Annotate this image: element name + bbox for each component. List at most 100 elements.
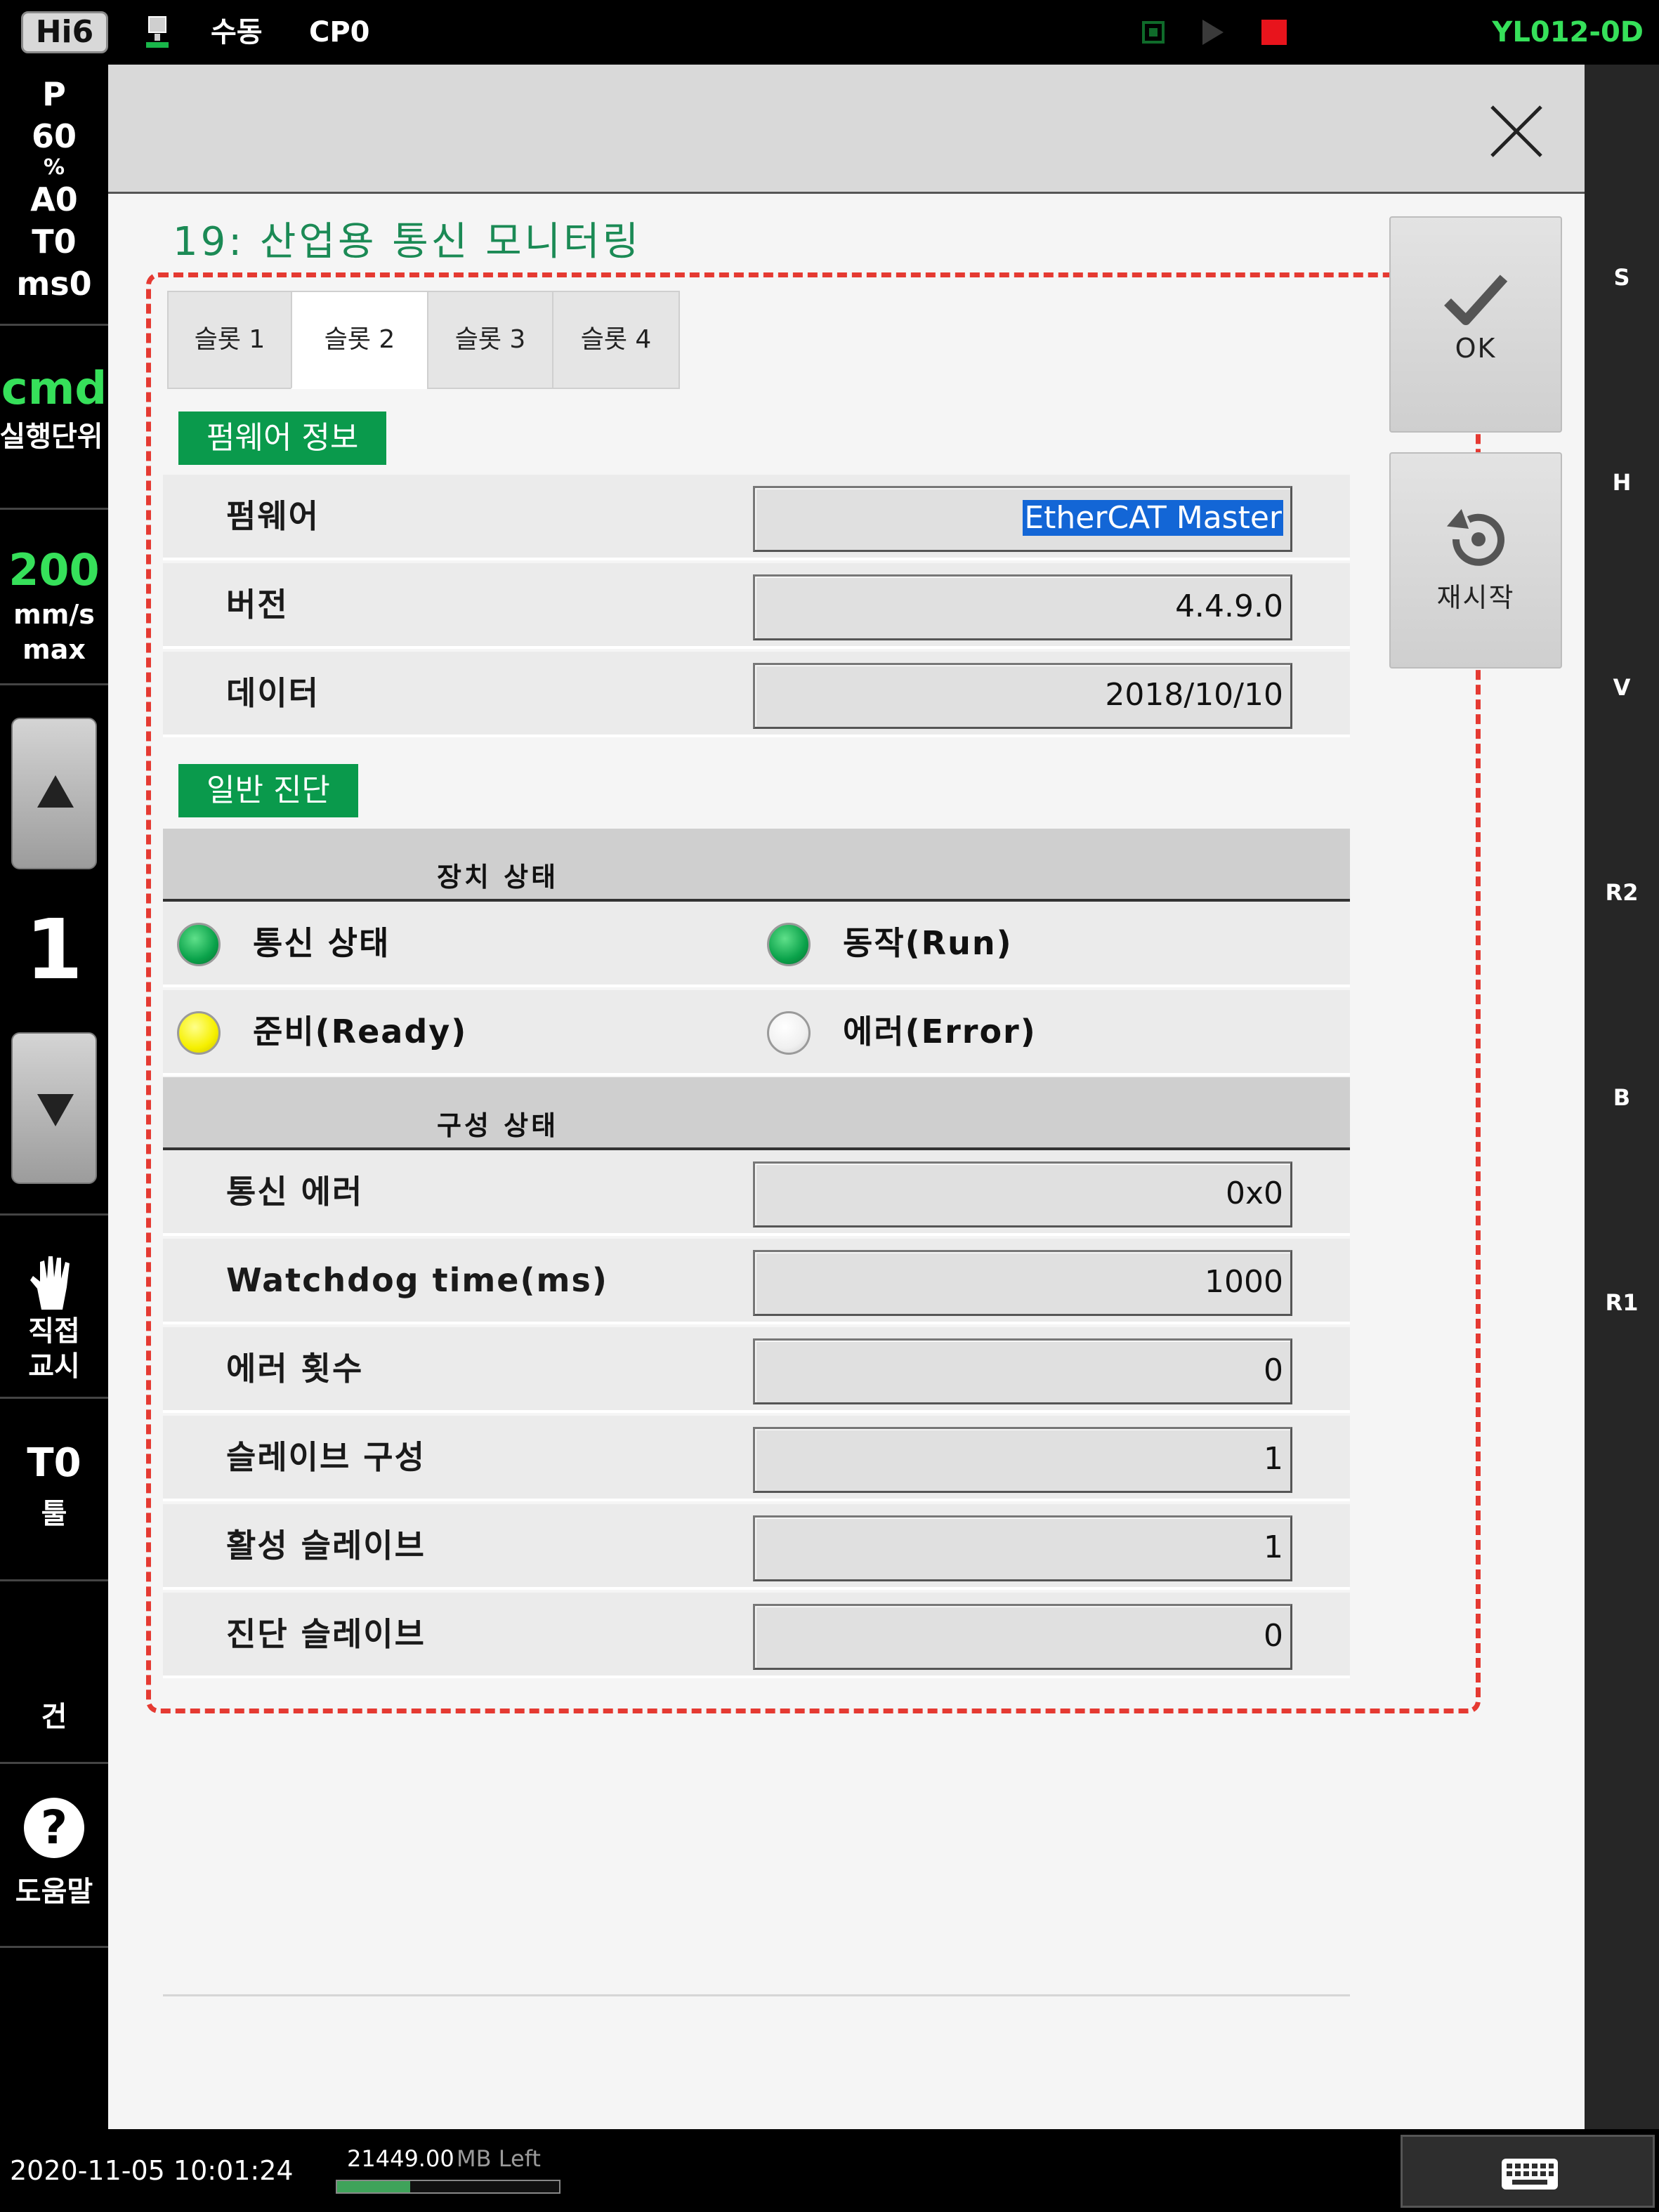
error-count-label: 에러 횟수: [226, 1350, 364, 1388]
robot-model-label: YL012-0D: [1492, 16, 1644, 48]
gun-label: 건: [41, 1701, 67, 1733]
speed-max-label: max: [22, 634, 86, 665]
general-diag-badge: 일반 진단: [178, 764, 358, 817]
checkmark-icon: [1444, 275, 1508, 325]
cp-label: CP0: [309, 16, 370, 48]
firmware-value: EtherCAT Master: [1023, 500, 1283, 536]
rail-label-h[interactable]: H: [1585, 469, 1659, 496]
memory-unit: MB Left: [457, 2145, 541, 2172]
bottom-status-bar: 2020-11-05 10:01:24 21449.00 MB Left: [0, 2129, 1659, 2212]
hand-icon: [30, 1256, 70, 1310]
cmd-label: cmd: [1, 363, 107, 415]
stop-indicator-icon: [1142, 21, 1165, 44]
play-indicator-icon: [1202, 20, 1224, 45]
dialog-title: 19: 산업용 통신 모니터링: [173, 219, 642, 265]
firmware-info-badge: 펌웨어 정보: [178, 412, 387, 465]
diag-slave-field[interactable]: 0: [753, 1604, 1292, 1670]
firmware-label: 펌웨어: [226, 497, 320, 535]
run-led-icon: [767, 923, 811, 966]
tab-slot-3[interactable]: 슬롯 3: [427, 291, 553, 389]
arrow-down-icon: [37, 1094, 74, 1126]
step-down-button[interactable]: [11, 1032, 97, 1184]
config-status-header: 구성 상태: [163, 1077, 1350, 1150]
speed-value: 200: [8, 544, 100, 595]
error-label: 에러(Error): [843, 1013, 1037, 1051]
error-led-icon: [767, 1011, 811, 1055]
firmware-row: 펌웨어 EtherCAT Master: [163, 475, 1350, 560]
firmware-field[interactable]: EtherCAT Master: [753, 486, 1292, 552]
comm-status-label: 통신 상태: [253, 924, 391, 962]
config-status-title: 구성 상태: [437, 1110, 559, 1141]
data-row: 데이터 2018/10/10: [163, 652, 1350, 737]
help-button[interactable]: ? 도움말: [0, 1764, 108, 1948]
watchdog-label: Watchdog time(ms): [226, 1261, 608, 1299]
cmd-button[interactable]: cmd 실행단위: [0, 326, 108, 510]
ok-label: OK: [1455, 333, 1497, 364]
help-icon: ?: [24, 1798, 84, 1858]
active-slave-label: 활성 슬레이브: [226, 1527, 426, 1565]
comm-error-label: 통신 에러: [226, 1173, 364, 1211]
diag-slave-label: 진단 슬레이브: [226, 1615, 426, 1653]
close-icon[interactable]: [1485, 100, 1548, 163]
led-row-2: 준비(Ready) 에러(Error): [163, 990, 1350, 1076]
direct-teach-label-1: 직접: [28, 1315, 80, 1348]
active-slave-field[interactable]: 1: [753, 1515, 1292, 1581]
step-value: 1: [25, 901, 84, 998]
hi6-logo[interactable]: Hi6: [21, 11, 108, 53]
gun-button[interactable]: 건: [0, 1581, 108, 1764]
comm-monitor-dialog: 19: 산업용 통신 모니터링 슬롯 1 슬롯 2 슬롯 3 슬롯 4 펌웨어 …: [108, 65, 1585, 2129]
tool-status-label: T0: [32, 223, 77, 261]
slave-config-row: 슬레이브 구성 1: [163, 1416, 1350, 1501]
speed-button[interactable]: 200 mm/s max: [0, 510, 108, 685]
arrow-up-icon: [37, 775, 74, 808]
version-field[interactable]: 4.4.9.0: [753, 574, 1292, 640]
tab-slot-2[interactable]: 슬롯 2: [291, 291, 428, 389]
status-summary[interactable]: P 60 % A0 T0 ms0: [0, 65, 108, 326]
memory-value: 21449.00: [347, 2145, 454, 2172]
bottom-divider: [163, 1994, 1350, 1996]
device-status-title: 장치 상태: [437, 862, 559, 893]
help-label: 도움말: [15, 1876, 93, 1908]
data-field[interactable]: 2018/10/10: [753, 663, 1292, 729]
tool-button[interactable]: T0 툴: [0, 1399, 108, 1581]
cmd-unit-label: 실행단위: [0, 421, 103, 453]
memory-bar-fill: [337, 2181, 411, 2192]
watchdog-field[interactable]: 1000: [753, 1250, 1292, 1316]
comm-status-led-icon: [177, 923, 221, 966]
rail-label-s[interactable]: S: [1585, 264, 1659, 291]
tab-slot-4[interactable]: 슬롯 4: [552, 291, 680, 389]
keyboard-icon: [1502, 2159, 1558, 2190]
record-indicator-icon: [1261, 20, 1287, 45]
tab-slot-1[interactable]: 슬롯 1: [167, 291, 292, 389]
step-up-button[interactable]: [11, 718, 97, 869]
memory-bar: [336, 2180, 560, 2194]
rail-label-r2[interactable]: R2: [1585, 879, 1659, 906]
comm-error-field[interactable]: 0x0: [753, 1161, 1292, 1227]
restart-icon: [1446, 508, 1504, 566]
rail-label-r1[interactable]: R1: [1585, 1289, 1659, 1316]
slave-config-label: 슬레이브 구성: [226, 1438, 426, 1476]
left-panel: P 60 % A0 T0 ms0 cmd 실행단위 200 mm/s max 1…: [0, 65, 108, 2129]
rail-label-b[interactable]: B: [1585, 1084, 1659, 1111]
diag-slave-row: 진단 슬레이브 0: [163, 1593, 1350, 1678]
watchdog-row: Watchdog time(ms) 1000: [163, 1239, 1350, 1324]
data-label: 데이터: [226, 674, 320, 712]
datetime-label: 2020-11-05 10:01:24: [10, 2155, 294, 2186]
slave-config-field[interactable]: 1: [753, 1427, 1292, 1493]
comm-error-row: 통신 에러 0x0: [163, 1150, 1350, 1236]
error-count-row: 에러 횟수 0: [163, 1327, 1350, 1413]
program-label: P: [42, 75, 66, 113]
ok-button[interactable]: OK: [1389, 216, 1562, 433]
led-row-1: 통신 상태 동작(Run): [163, 902, 1350, 987]
ready-led-icon: [177, 1011, 221, 1055]
ready-label: 준비(Ready): [253, 1013, 468, 1051]
restart-button[interactable]: 재시작: [1389, 452, 1562, 669]
ms-label: ms0: [16, 265, 92, 303]
keyboard-button[interactable]: [1401, 2135, 1655, 2208]
speed-unit: mm/s: [13, 599, 95, 630]
rail-label-v[interactable]: V: [1585, 674, 1659, 701]
tool-label: T0: [27, 1440, 81, 1486]
direct-teach-button[interactable]: 직접 교시: [0, 1213, 108, 1399]
mode-label: 수동: [211, 16, 263, 48]
error-count-field[interactable]: 0: [753, 1338, 1292, 1404]
